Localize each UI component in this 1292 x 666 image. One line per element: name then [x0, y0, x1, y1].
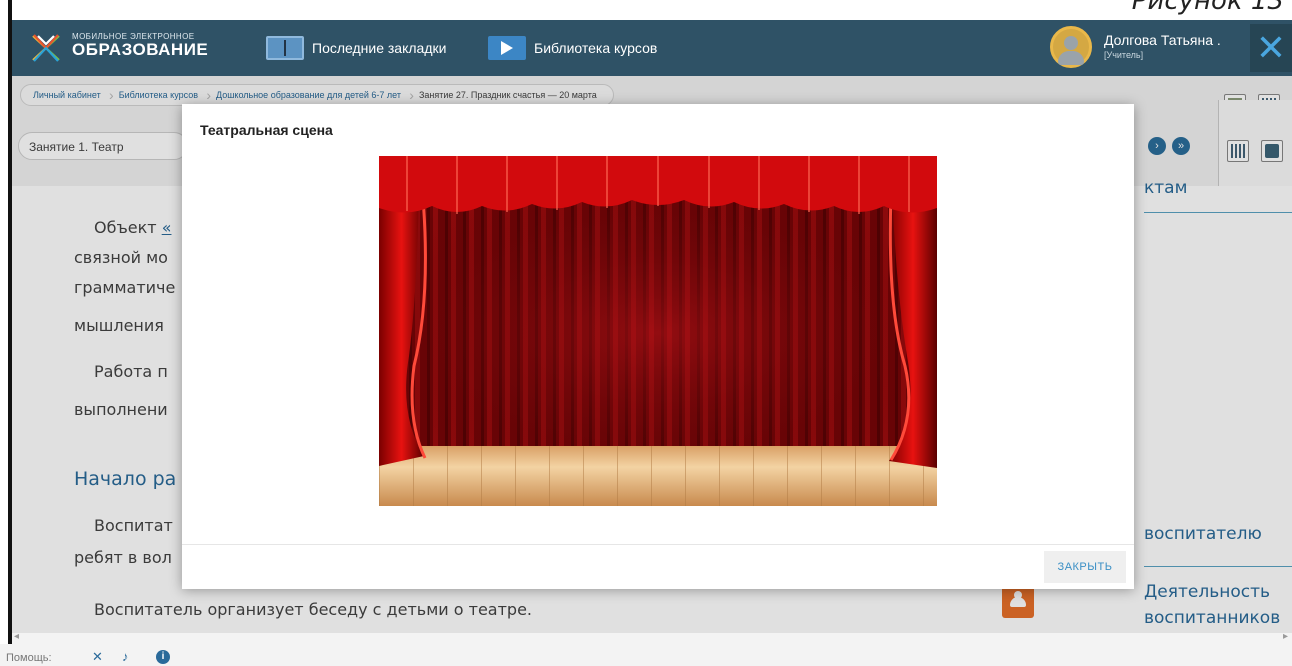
tools-icon[interactable]: ✕ [92, 650, 106, 664]
image-modal: Театральная сцена ЗАКРЫТЬ [182, 104, 1134, 589]
user-name[interactable]: Долгова Татьяна . [1104, 32, 1221, 48]
scroll-left-icon[interactable]: ◂ [14, 631, 19, 642]
close-icon[interactable]: ✕ [1250, 24, 1292, 72]
figure-caption: Рисунок 13 [1131, 0, 1284, 16]
recent-bookmarks-label: Последние закладки [312, 40, 447, 56]
logo-icon[interactable] [30, 32, 62, 64]
top-header: МОБИЛЬНОЕ ЭЛЕКТРОННОЕ ОБРАЗОВАНИЕ Послед… [12, 20, 1292, 76]
theater-stage-svg [379, 156, 937, 506]
recent-bookmarks-link[interactable]: Последние закладки [266, 32, 446, 64]
course-library-link[interactable]: Библиотека курсов [488, 32, 657, 64]
user-role: [Учитель] [1104, 50, 1144, 60]
course-library-label: Библиотека курсов [534, 40, 658, 56]
scroll-right-icon[interactable]: ▸ [1283, 631, 1288, 642]
close-button[interactable]: ЗАКРЫТЬ [1044, 551, 1126, 583]
status-bar: Помощь: ✕ ♪ i [0, 644, 1292, 666]
help-label: Помощь: [6, 652, 52, 664]
bookmarks-icon [266, 36, 304, 60]
logo-title: ОБРАЗОВАНИЕ [72, 40, 209, 59]
avatar[interactable] [1050, 26, 1092, 68]
modal-footer: ЗАКРЫТЬ [182, 544, 1134, 589]
theater-stage-image [379, 156, 937, 506]
modal-title: Театральная сцена [200, 122, 333, 138]
video-library-icon [488, 36, 526, 60]
info-icon[interactable]: i [156, 650, 170, 664]
microphone-icon[interactable]: ♪ [122, 650, 136, 664]
